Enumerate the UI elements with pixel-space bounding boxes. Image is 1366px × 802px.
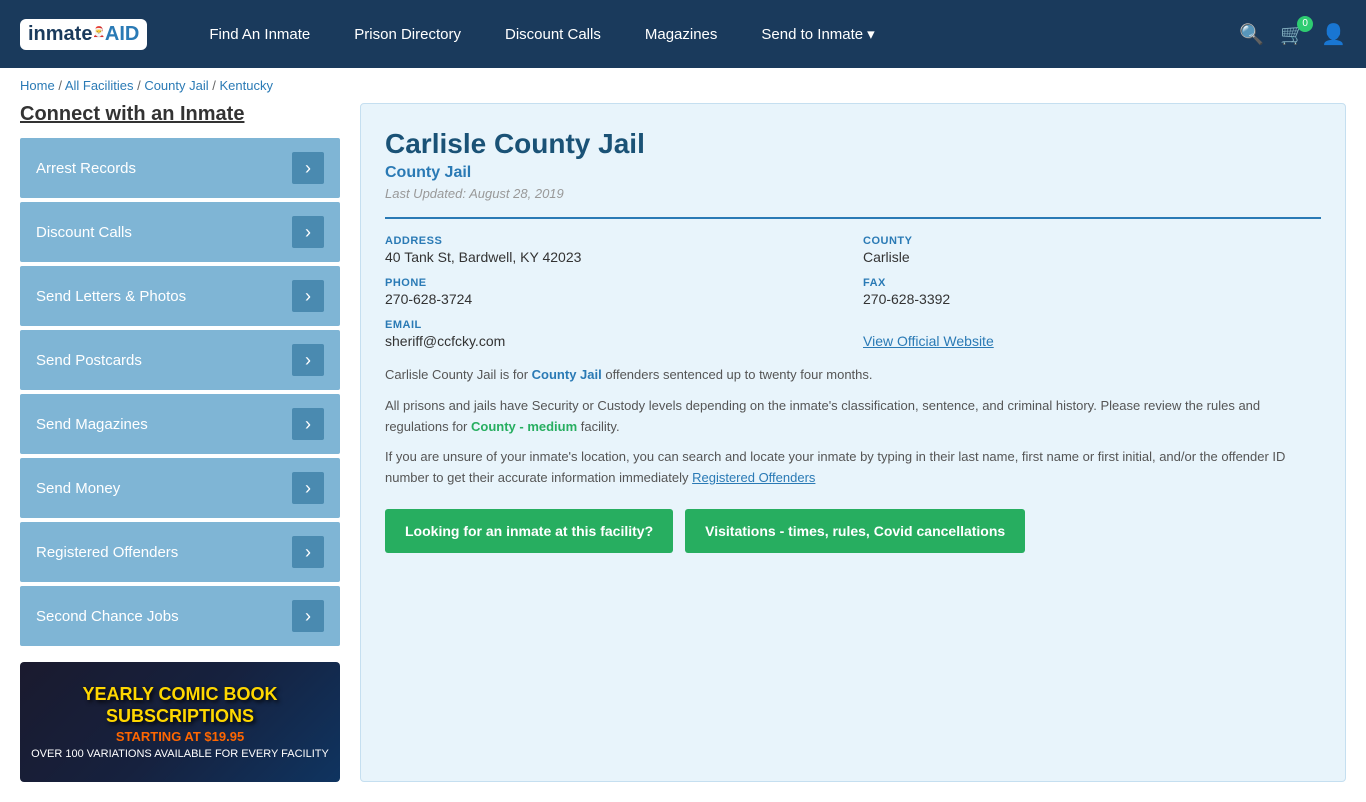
breadcrumb-all-facilities[interactable]: All Facilities (65, 78, 134, 93)
facility-description-3: If you are unsure of your inmate's locat… (385, 447, 1321, 489)
registered-offenders-link[interactable]: Registered Offenders (692, 470, 815, 485)
fax-block: FAX 270-628-3392 (863, 277, 1321, 307)
ad-price: STARTING AT $19.95 (30, 729, 330, 744)
arrow-icon: › (292, 472, 324, 504)
county-label: COUNTY (863, 235, 1321, 247)
facility-description-2: All prisons and jails have Security or C… (385, 396, 1321, 438)
county-value: Carlisle (863, 249, 1321, 265)
logo-text-aid: AID (105, 23, 139, 46)
facility-panel: Carlisle County Jail County Jail Last Up… (360, 103, 1346, 782)
facility-type: County Jail (385, 164, 1321, 182)
phone-label: PHONE (385, 277, 843, 289)
sidebar-ad[interactable]: YEARLY COMIC BOOK SUBSCRIPTIONS STARTING… (20, 662, 340, 782)
sidebar-item-send-magazines[interactable]: Send Magazines › (20, 394, 340, 454)
cart-icon[interactable]: 🛒 0 (1280, 22, 1305, 47)
phone-value: 270-628-3724 (385, 291, 843, 307)
arrow-icon: › (292, 152, 324, 184)
find-inmate-button[interactable]: Looking for an inmate at this facility? (385, 509, 673, 553)
sidebar-item-arrest-records[interactable]: Arrest Records › (20, 138, 340, 198)
nav-links: Find An Inmate Prison Directory Discount… (187, 0, 1239, 68)
county-jail-link-1[interactable]: County Jail (532, 367, 602, 382)
breadcrumb-home[interactable]: Home (20, 78, 55, 93)
facility-last-updated: Last Updated: August 28, 2019 (385, 186, 1321, 201)
arrow-icon: › (292, 280, 324, 312)
email-value: sheriff@ccfcky.com (385, 333, 843, 349)
visitation-button[interactable]: Visitations - times, rules, Covid cancel… (685, 509, 1025, 553)
arrow-icon: › (292, 536, 324, 568)
facility-title: Carlisle County Jail (385, 128, 1321, 160)
user-icon[interactable]: 👤 (1321, 22, 1346, 47)
logo-text-inmate: inmate (28, 23, 92, 46)
view-official-website-link[interactable]: View Official Website (863, 333, 994, 349)
sidebar-item-second-chance-jobs[interactable]: Second Chance Jobs › (20, 586, 340, 646)
ad-title: YEARLY COMIC BOOK SUBSCRIPTIONS (30, 684, 330, 727)
sidebar-menu: Arrest Records › Discount Calls › Send L… (20, 138, 340, 646)
nav-find-inmate[interactable]: Find An Inmate (187, 0, 332, 68)
search-icon[interactable]: 🔍 (1239, 22, 1264, 47)
facility-description-1: Carlisle County Jail is for County Jail … (385, 365, 1321, 386)
navigation: inmate 🎅 AID Find An Inmate Prison Direc… (0, 0, 1366, 68)
logo[interactable]: inmate 🎅 AID (20, 19, 147, 50)
arrow-icon: › (292, 408, 324, 440)
email-label: EMAIL (385, 319, 843, 331)
phone-block: PHONE 270-628-3724 (385, 277, 843, 307)
nav-right-icons: 🔍 🛒 0 👤 (1239, 22, 1346, 47)
county-block: COUNTY Carlisle (863, 235, 1321, 265)
sidebar-item-send-postcards[interactable]: Send Postcards › (20, 330, 340, 390)
email-block: EMAIL sheriff@ccfcky.com (385, 319, 843, 349)
nav-magazines[interactable]: Magazines (623, 0, 740, 68)
sidebar-item-send-money[interactable]: Send Money › (20, 458, 340, 518)
nav-prison-directory[interactable]: Prison Directory (332, 0, 483, 68)
address-value: 40 Tank St, Bardwell, KY 42023 (385, 249, 843, 265)
address-block: ADDRESS 40 Tank St, Bardwell, KY 42023 (385, 235, 843, 265)
address-label: ADDRESS (385, 235, 843, 247)
cart-badge: 0 (1297, 16, 1313, 32)
nav-discount-calls[interactable]: Discount Calls (483, 0, 623, 68)
county-medium-link[interactable]: County - medium (471, 419, 577, 434)
facility-info-grid: ADDRESS 40 Tank St, Bardwell, KY 42023 C… (385, 235, 1321, 349)
facility-divider (385, 217, 1321, 219)
breadcrumb: Home / All Facilities / County Jail / Ke… (0, 68, 1366, 103)
action-buttons: Looking for an inmate at this facility? … (385, 509, 1321, 553)
logo-hat: 🎅 (92, 27, 104, 38)
sidebar-item-registered-offenders[interactable]: Registered Offenders › (20, 522, 340, 582)
website-block: View Official Website (863, 319, 1321, 349)
sidebar-item-send-letters[interactable]: Send Letters & Photos › (20, 266, 340, 326)
sidebar: Connect with an Inmate Arrest Records › … (20, 103, 340, 782)
breadcrumb-county-jail[interactable]: County Jail (144, 78, 208, 93)
ad-subtitle: OVER 100 VARIATIONS AVAILABLE FOR EVERY … (30, 748, 330, 760)
fax-label: FAX (863, 277, 1321, 289)
arrow-icon: › (292, 600, 324, 632)
ad-content: YEARLY COMIC BOOK SUBSCRIPTIONS STARTING… (20, 674, 340, 770)
nav-send-to-inmate[interactable]: Send to Inmate ▾ (739, 0, 896, 68)
fax-value: 270-628-3392 (863, 291, 1321, 307)
sidebar-title: Connect with an Inmate (20, 103, 340, 126)
arrow-icon: › (292, 216, 324, 248)
breadcrumb-state[interactable]: Kentucky (219, 78, 272, 93)
arrow-icon: › (292, 344, 324, 376)
sidebar-item-discount-calls[interactable]: Discount Calls › (20, 202, 340, 262)
main-content: Connect with an Inmate Arrest Records › … (0, 103, 1366, 802)
